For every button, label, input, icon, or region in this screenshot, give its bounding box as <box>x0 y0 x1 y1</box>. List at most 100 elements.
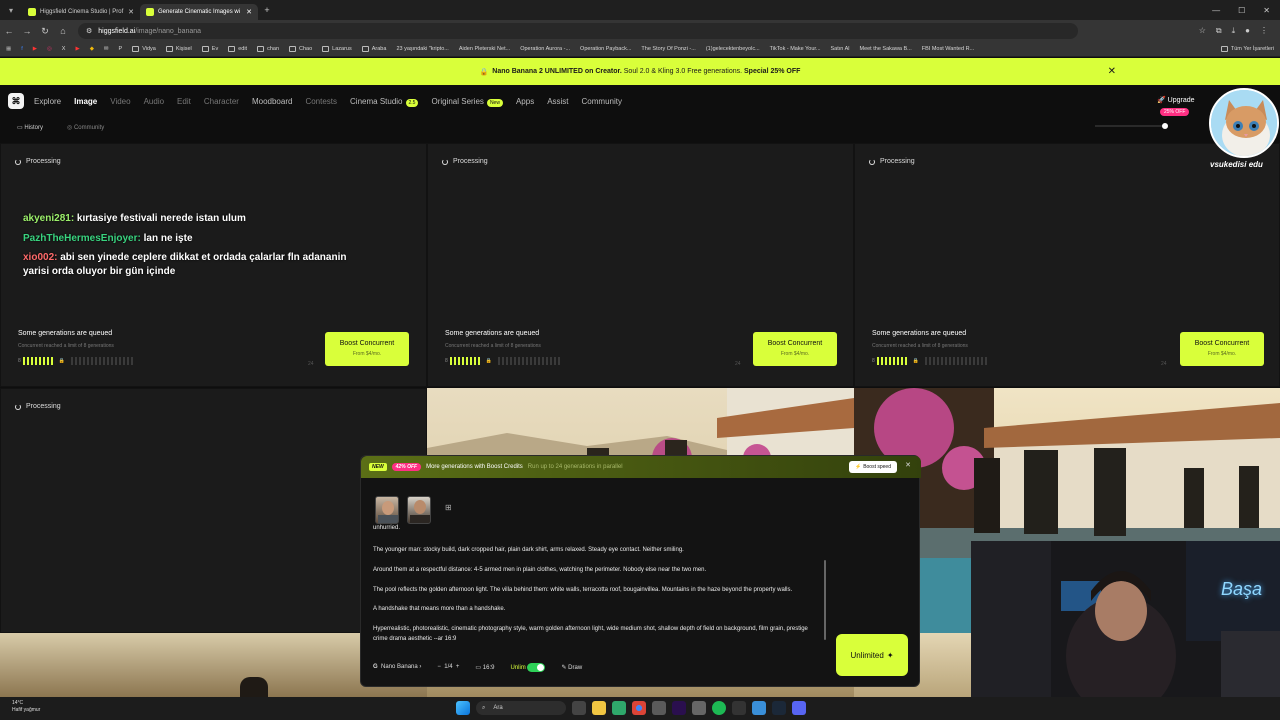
zoom-slider[interactable] <box>1095 125 1165 127</box>
reference-image-1[interactable] <box>375 496 399 524</box>
nav-community[interactable]: Community <box>582 97 622 106</box>
premiere-icon[interactable] <box>672 701 686 715</box>
home-icon[interactable]: ⌂ <box>54 26 72 36</box>
forward-icon[interactable]: → <box>18 26 36 36</box>
x-icon[interactable]: X <box>62 46 66 52</box>
nav-assist[interactable]: Assist <box>547 97 568 106</box>
star-icon[interactable]: ☆ <box>1199 26 1206 36</box>
bookmark-item[interactable]: TikTok - Make Your... <box>770 46 821 52</box>
nav-apps[interactable]: Apps <box>516 97 534 106</box>
windows-start-icon[interactable] <box>456 701 470 715</box>
boost-concurrent-button[interactable]: Boost Concurrent From $4/mo. <box>325 332 409 366</box>
profile-icon[interactable]: ● <box>1245 26 1250 36</box>
binance-icon[interactable]: ◆ <box>90 46 94 52</box>
nav-video[interactable]: Video <box>110 97 130 106</box>
prompt-textarea[interactable]: The younger man: stocky build, dark crop… <box>373 546 823 654</box>
bookmark-item[interactable]: Operation Payback... <box>580 46 631 52</box>
boost-concurrent-button[interactable]: Boost Concurrent From $4/mo. <box>753 332 837 366</box>
prompt-scrollbar[interactable] <box>823 530 827 656</box>
bookmark-item[interactable]: 23 yaşındaki "kripto... <box>396 46 448 52</box>
reload-icon[interactable]: ↻ <box>36 26 54 37</box>
tab-menu-icon[interactable]: ▾ <box>0 6 22 15</box>
chrome-icon[interactable] <box>632 701 646 715</box>
zoom-slider-handle[interactable] <box>1162 123 1168 129</box>
bookmark-item[interactable]: Vidya <box>132 46 156 52</box>
close-promo-icon[interactable]: ✕ <box>1108 66 1116 77</box>
bookmark-item[interactable]: The Story Of Ponzi -... <box>641 46 695 52</box>
boost-concurrent-button[interactable]: Boost Concurrent From $4/mo. <box>1180 332 1264 366</box>
bookmark-item[interactable]: (1)gelecektenbeyolc... <box>706 46 760 52</box>
nav-image[interactable]: Image <box>74 97 97 106</box>
app-icon[interactable] <box>692 701 706 715</box>
bookmark-item[interactable]: Araba <box>361 46 386 52</box>
upgrade-button[interactable]: 🚀 Upgrade <box>1157 96 1195 104</box>
app-icon[interactable] <box>612 701 626 715</box>
maximize-icon[interactable]: ☐ <box>1238 6 1245 15</box>
batch-count[interactable]: − 1/4 + <box>437 664 459 670</box>
bookmark-item[interactable]: Chao <box>289 46 312 52</box>
nav-moodboard[interactable]: Moodboard <box>252 97 292 106</box>
facebook-icon[interactable]: f <box>21 46 23 52</box>
all-bookmarks[interactable]: Tüm Yer İşaretleri <box>1220 46 1280 52</box>
minimize-icon[interactable]: — <box>1212 6 1220 15</box>
bookmark-item[interactable]: Ev <box>201 46 218 52</box>
p-icon[interactable]: P <box>119 46 123 52</box>
bookmark-item[interactable]: FBI Most Wanted R... <box>922 46 974 52</box>
bookmark-item[interactable]: Aiden Pleterski Net... <box>459 46 510 52</box>
generate-button[interactable]: Unlimited ✦ <box>836 634 908 676</box>
youtube-icon[interactable]: ▶ <box>75 46 79 52</box>
weather-widget[interactable]: 14°C Hafif yağmur <box>12 700 40 714</box>
unlimited-toggle[interactable]: Unlim <box>510 662 546 672</box>
discord-icon[interactable] <box>792 701 806 715</box>
bookmark-item[interactable]: edit <box>228 46 247 52</box>
instagram-icon[interactable]: ◎ <box>47 46 52 52</box>
bookmark-item[interactable]: Kişisel <box>165 46 192 52</box>
browser-tab-1[interactable]: Higgsfield Cinema Studio | Prof ✕ <box>22 4 140 20</box>
community-tab[interactable]: ◎ Community <box>67 124 104 131</box>
bookmark-item[interactable]: chan <box>257 46 279 52</box>
history-tab[interactable]: ▭ History <box>17 124 43 131</box>
add-image-icon[interactable]: ⊞ <box>445 503 452 512</box>
nav-explore[interactable]: Explore <box>34 97 61 106</box>
aspect-ratio-selector[interactable]: ▭ 16:9 <box>475 664 494 671</box>
draw-button[interactable]: ✎ Draw <box>561 664 582 671</box>
boost-speed-button[interactable]: ⚡ Boost speed <box>848 461 897 473</box>
taskbar-search[interactable]: ⌕ Ara <box>476 701 566 715</box>
bookmark-item[interactable]: Satın Al <box>831 46 850 52</box>
nav-original-series[interactable]: Original Series New <box>431 97 503 107</box>
new-tab-button[interactable]: + <box>258 5 276 15</box>
app-icon[interactable] <box>652 701 666 715</box>
photos-icon[interactable] <box>752 701 766 715</box>
download-icon[interactable]: ⤓ <box>1232 26 1236 36</box>
close-window-icon[interactable]: ✕ <box>1263 6 1270 15</box>
app-icon[interactable] <box>732 701 746 715</box>
generation-card-3: Processing Some generations are queued C… <box>854 143 1280 387</box>
bookmark-item[interactable]: Operation Aurora -... <box>520 46 570 52</box>
higgsfield-logo[interactable]: ⌘ <box>8 93 24 109</box>
close-tab-icon[interactable]: ✕ <box>128 8 134 16</box>
nav-character[interactable]: Character <box>204 97 239 106</box>
browser-tab-2[interactable]: Generate Cinematic Images wi ✕ <box>140 4 258 20</box>
close-tab-icon[interactable]: ✕ <box>246 8 252 16</box>
steam-icon[interactable] <box>772 701 786 715</box>
back-icon[interactable]: ← <box>0 26 18 36</box>
nav-edit[interactable]: Edit <box>177 97 191 106</box>
nav-audio[interactable]: Audio <box>144 97 164 106</box>
site-info-icon[interactable]: ⚙ <box>86 27 92 35</box>
youtube-icon[interactable]: ▶ <box>33 46 37 52</box>
mail-icon[interactable]: ✉ <box>104 46 109 52</box>
reference-image-2[interactable] <box>407 496 431 524</box>
more-icon[interactable]: ⋮ <box>1260 26 1268 36</box>
file-explorer-icon[interactable] <box>592 701 606 715</box>
spotify-icon[interactable] <box>712 701 726 715</box>
bookmark-item[interactable]: Meet the Sakawa B... <box>859 46 911 52</box>
bookmark-item[interactable]: Lazarus <box>322 46 352 52</box>
task-view-icon[interactable] <box>572 701 586 715</box>
close-banner-icon[interactable]: ✕ <box>905 461 911 469</box>
apps-icon[interactable]: ▦ <box>6 46 11 52</box>
model-selector[interactable]: G Nano Banana › <box>373 664 421 670</box>
url-field[interactable]: ⚙ higgsfield.ai/image/nano_banana <box>78 23 1078 39</box>
nav-contests[interactable]: Contests <box>305 97 337 106</box>
nav-cinema-studio[interactable]: Cinema Studio 2.5 <box>350 97 419 107</box>
extensions-icon[interactable]: ⧉ <box>1216 26 1222 36</box>
